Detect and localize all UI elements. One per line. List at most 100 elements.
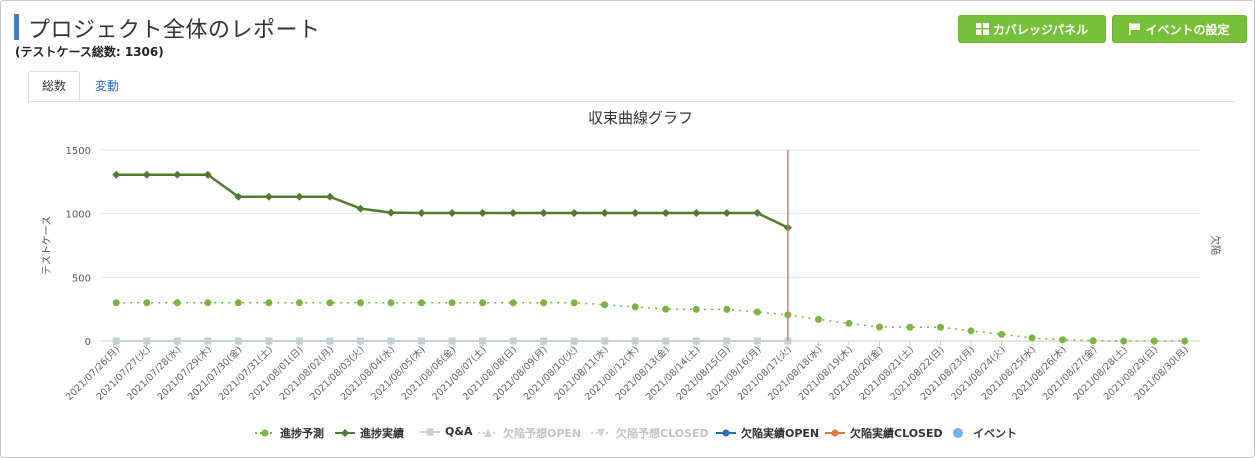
chart-legend: 進捗予測 進捗実績 Q&A 欠陥予想OPEN 欠陥予想CLOSED 欠陥実績OPEN 欠陥実… — [0, 425, 1255, 443]
x-tick-label: 2021/08/09(月) — [491, 344, 549, 402]
forecast-point — [540, 299, 548, 307]
legend-label: 進捗予測 — [280, 427, 324, 440]
forecast-point — [173, 299, 181, 307]
legend-symbol — [716, 429, 736, 437]
qa-point — [509, 337, 517, 345]
qa-point — [204, 337, 212, 345]
x-tick-label: 2021/07/26(月) — [64, 344, 122, 402]
forecast-point — [1120, 337, 1128, 345]
legend-item[interactable]: イベント — [948, 425, 1017, 441]
forecast-point — [998, 330, 1006, 338]
y-tick-label: 1000 — [66, 210, 91, 221]
x-tick-label: 2021/08/03(火) — [308, 344, 366, 402]
forecast-point — [265, 299, 273, 307]
x-tick-label: 2021/07/30(金) — [185, 344, 244, 403]
actual-point — [509, 209, 518, 218]
x-tick-label: 2021/08/15(日) — [674, 344, 732, 402]
actual-point — [142, 170, 151, 179]
actual-point — [387, 208, 396, 217]
legend-symbol — [825, 429, 845, 437]
legend-item[interactable]: 欠陥実績CLOSED — [825, 425, 943, 441]
convergence-chart: 収束曲線グラフ 0 500 1000 1500 テストケース 欠陥 2021/07/26(月)… — [41, 109, 1222, 403]
forecast-point — [1150, 337, 1158, 345]
x-tick-label: 2021/07/27(火) — [94, 344, 152, 402]
x-tick-label: 2021/08/19(木) — [796, 344, 855, 403]
actual-point — [692, 209, 701, 218]
forecast-point — [509, 299, 517, 307]
forecast-point — [753, 308, 761, 316]
forecast-point — [601, 301, 609, 309]
x-tick-label: 2021/07/31(土) — [216, 344, 275, 403]
x-tick-label: 2021/08/22(日) — [888, 344, 946, 402]
forecast-point — [204, 299, 212, 307]
x-tick-label: 2021/07/29(木) — [155, 344, 214, 403]
qa-point — [173, 337, 181, 345]
forecast-point — [631, 303, 639, 311]
x-tick-label: 2021/08/24(火) — [949, 344, 1007, 402]
x-tick-label: 2021/08/17(火) — [736, 344, 794, 402]
qa-point — [356, 337, 364, 345]
qa-point — [326, 337, 334, 345]
qa-point — [692, 337, 700, 345]
legend-item[interactable]: 進捗予測 — [255, 425, 324, 441]
x-tick-label: 2021/08/14(土) — [643, 344, 702, 403]
forecast-point — [326, 299, 334, 307]
qa-point — [234, 337, 242, 345]
x-tick-label: 2021/08/10(火) — [522, 344, 580, 402]
x-tick-label: 2021/08/26(木) — [1010, 344, 1069, 403]
forecast-point — [692, 305, 700, 313]
x-tick-label: 2021/08/29(日) — [1102, 344, 1160, 402]
actual-point — [661, 209, 670, 218]
actual-point — [570, 209, 579, 218]
qa-point — [479, 337, 487, 345]
y-tick-label: 500 — [72, 273, 91, 284]
actual-point — [356, 204, 365, 213]
qa-point — [540, 337, 548, 345]
x-tick-label: 2021/08/13(金) — [613, 344, 672, 403]
forecast-point — [845, 319, 853, 327]
legend-item[interactable]: Q&A — [420, 425, 472, 438]
y-axis-label: テストケース — [41, 216, 53, 276]
legend-item[interactable]: 進捗実績 — [335, 425, 404, 441]
forecast-point — [570, 299, 578, 307]
legend-item[interactable]: 欠陥予想OPEN — [478, 425, 581, 441]
x-tick-label: 2021/08/05(木) — [368, 344, 427, 403]
legend-label: イベント — [973, 427, 1017, 440]
actual-point — [539, 209, 548, 218]
forecast-point — [356, 299, 364, 307]
qa-point — [662, 337, 670, 345]
qa-point — [143, 337, 151, 345]
actual-point — [173, 170, 182, 179]
legend-label: 欠陥予想CLOSED — [616, 427, 709, 440]
legend-item[interactable]: 欠陥実績OPEN — [716, 425, 819, 441]
qa-point — [723, 337, 731, 345]
forecast-point — [875, 323, 883, 331]
legend-item[interactable]: 欠陥予想CLOSED — [591, 425, 709, 441]
qa-point — [418, 337, 426, 345]
x-tick-label: 2021/08/30(月) — [1132, 344, 1190, 402]
forecast-point — [662, 305, 670, 313]
x-tick-label: 2021/08/02(月) — [278, 344, 336, 402]
legend-label: 欠陥実績OPEN — [741, 427, 820, 440]
legend-label: 欠陥実績CLOSED — [850, 427, 943, 440]
actual-point — [478, 209, 487, 218]
qa-point — [631, 337, 639, 345]
x-tick-label: 2021/08/18(水) — [765, 344, 824, 403]
x-tick-label: 2021/08/23(月) — [919, 344, 977, 402]
series-line-actual — [116, 173, 789, 229]
qa-point — [295, 337, 303, 345]
qa-point — [265, 337, 273, 345]
forecast-point — [723, 305, 731, 313]
x-tick-label: 2021/08/04(水) — [338, 344, 397, 403]
forecast-point — [479, 299, 487, 307]
y2-axis-label: 欠陥 — [1209, 235, 1222, 255]
forecast-point — [143, 299, 151, 307]
x-tick-label: 2021/07/28(水) — [124, 344, 183, 403]
qa-point — [753, 337, 761, 345]
legend-label: Q&A — [445, 425, 473, 438]
x-tick-label: 2021/08/01(日) — [247, 344, 305, 402]
legend-symbol — [591, 429, 611, 437]
x-tick-label: 2021/08/21(土) — [857, 344, 916, 403]
actual-point — [264, 192, 273, 201]
forecast-point — [295, 299, 303, 307]
